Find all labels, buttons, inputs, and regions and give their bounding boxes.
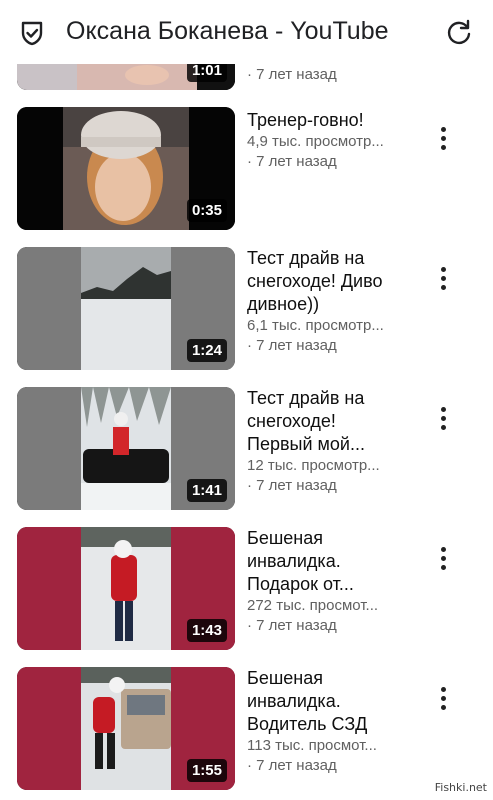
video-info: Бешеная инвалидка. Подарок от... 272 тыс… [247,527,407,636]
page-title: Оксана Боканева - YouTube [66,17,389,45]
shield-check-icon[interactable] [18,19,46,47]
video-age: · 7 лет назад [247,337,337,354]
video-views: 4,9 тыс. просмотр... [247,133,384,150]
video-info: · 7 лет назад [247,65,407,85]
video-title[interactable]: Тренер-говно! [247,109,407,132]
video-item[interactable]: 0:35 Тренер-говно! 4,9 тыс. просмотр... … [0,107,493,233]
more-options-icon[interactable] [433,127,453,157]
duration-badge: 1:41 [186,479,227,502]
watermark: Fishki.net [434,781,487,794]
refresh-icon[interactable] [444,18,474,48]
video-title[interactable]: Тест драйв на снегоходе! Первый мой... [247,387,407,456]
video-item[interactable]: 1:43 Бешеная инвалидка. Подарок от... 27… [0,527,493,653]
video-thumbnail[interactable]: 1:55 [17,667,235,790]
more-options-icon[interactable] [433,267,453,297]
video-thumbnail[interactable]: 1:41 [17,387,235,510]
video-info: Тест драйв на снегоходе! Первый мой... 1… [247,387,407,496]
more-options-icon[interactable] [433,687,453,717]
video-info: Тест драйв на снегоходе! Диво дивное)) 6… [247,247,407,356]
video-title[interactable]: Тест драйв на снегоходе! Диво дивное)) [247,247,407,316]
duration-badge: 1:24 [186,339,227,362]
video-age: · 7 лет назад [247,66,337,83]
video-views: 113 тыс. просмот... [247,737,377,754]
video-age: · 7 лет назад [247,617,337,634]
video-item[interactable]: 1:41 Тест драйв на снегоходе! Первый мой… [0,387,493,513]
video-thumbnail[interactable]: 0:35 [17,107,235,230]
video-item[interactable]: 1:55 Бешеная инвалидка. Водитель СЗД 113… [0,667,493,793]
video-item[interactable]: 1:24 Тест драйв на снегоходе! Диво дивно… [0,247,493,373]
more-options-icon[interactable] [433,407,453,437]
video-age: · 7 лет назад [247,757,337,774]
duration-badge: 0:35 [186,199,227,222]
top-app-bar: Оксана Боканева - YouTube [0,0,493,64]
video-title[interactable]: Бешеная инвалидка. Водитель СЗД [247,667,407,736]
duration-badge: 1:55 [186,759,227,782]
video-thumbnail[interactable]: 1:24 [17,247,235,370]
video-title[interactable]: Бешеная инвалидка. Подарок от... [247,527,407,596]
more-options-icon[interactable] [433,547,453,577]
video-views: 12 тыс. просмотр... [247,457,380,474]
video-views: 272 тыс. просмот... [247,597,379,614]
video-age: · 7 лет назад [247,477,337,494]
video-info: Бешеная инвалидка. Водитель СЗД 113 тыс.… [247,667,407,776]
video-info: Тренер-говно! 4,9 тыс. просмотр... · 7 л… [247,109,407,172]
video-age: · 7 лет назад [247,153,337,170]
video-list: 1:01 · 7 лет назад 0:35 Тренер-говно! 4,… [0,0,493,800]
duration-badge: 1:43 [186,619,227,642]
video-views: 6,1 тыс. просмотр... [247,317,384,334]
video-thumbnail[interactable]: 1:43 [17,527,235,650]
